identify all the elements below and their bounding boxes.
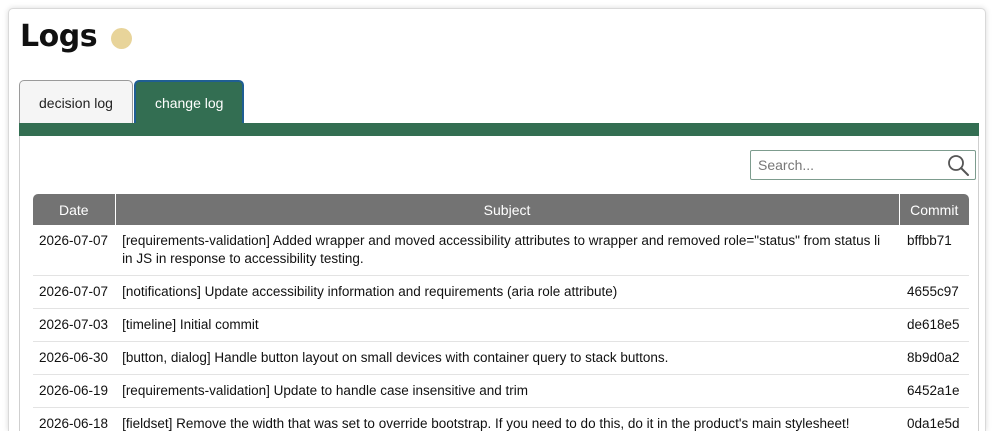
row-subject: [timeline] Initial commit [115,308,899,342]
row-date: 2026-07-07 [33,275,116,309]
logs-window: Logs decision log change log Date Subjec… [8,8,986,431]
row-subject: [notifications] Update accessibility inf… [115,275,899,309]
row-date: 2026-06-18 [33,407,116,431]
row-subject: [requirements-validation] Added wrapper … [115,225,899,276]
column-header-subject[interactable]: Subject [115,194,900,225]
search-box[interactable] [750,150,976,180]
row-commit[interactable]: 0da1e5d [899,407,969,431]
row-commit[interactable]: de618e5 [899,308,969,342]
row-subject: [requirements-validation] Update to hand… [115,374,899,408]
table-row: 2026-06-30 [button, dialog] Handle butto… [33,341,969,375]
row-subject: [fieldset] Remove the width that was set… [115,407,899,431]
table-row: 2026-07-07 [requirements-validation] Add… [33,225,969,276]
row-date: 2026-07-03 [33,308,116,342]
change-log-table: Date Subject Commit 2026-07-07 [requirem… [33,194,969,431]
change-log-panel: Date Subject Commit 2026-07-07 [requirem… [19,136,979,431]
page-title: Logs [20,19,98,54]
row-date: 2026-06-30 [33,341,116,375]
tab-change-log[interactable]: change log [133,80,245,124]
title-row: Logs [20,19,133,54]
row-commit[interactable]: bffbb71 [899,225,969,276]
table-row: 2026-07-03 [timeline] Initial commit de6… [33,308,969,342]
table-header-row: Date Subject Commit [33,194,969,225]
row-date: 2026-06-19 [33,374,116,408]
row-commit[interactable]: 8b9d0a2 [899,341,969,375]
tab-decision-log[interactable]: decision log [19,80,133,124]
row-subject: [button, dialog] Handle button layout on… [115,341,899,375]
search-icon[interactable] [945,152,971,178]
search-input[interactable] [751,157,945,173]
tab-list: decision log change log [19,80,245,124]
tab-bar-underline [19,123,979,136]
status-indicator-dot [111,28,133,49]
column-header-date[interactable]: Date [33,194,116,225]
row-commit[interactable]: 6452a1e [899,374,969,408]
table-row: 2026-06-19 [requirements-validation] Upd… [33,374,969,408]
row-date: 2026-07-07 [33,225,116,276]
table-row: 2026-07-07 [notifications] Update access… [33,275,969,309]
table-row: 2026-06-18 [fieldset] Remove the width t… [33,407,969,431]
row-commit[interactable]: 4655c97 [899,275,969,309]
column-header-commit[interactable]: Commit [899,194,969,225]
